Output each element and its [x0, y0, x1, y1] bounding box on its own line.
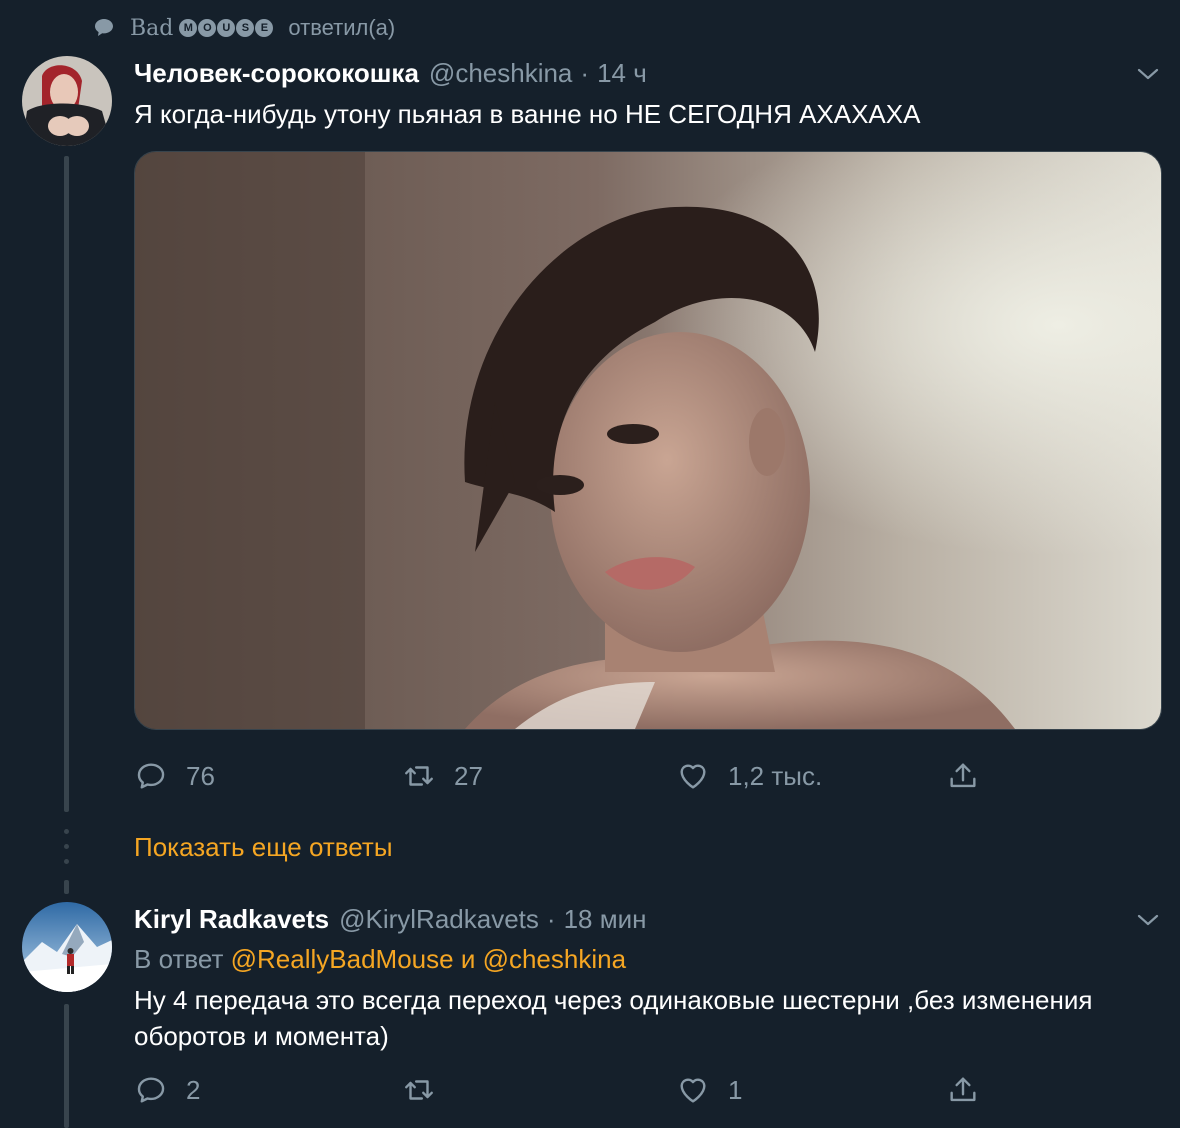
- reply-prefix: В ответ: [134, 944, 224, 974]
- reply-button[interactable]: 2: [134, 1070, 200, 1110]
- like-count: 1: [728, 1074, 743, 1105]
- badge-letter: E: [255, 19, 274, 37]
- reply-icon: [134, 1073, 168, 1107]
- retweet-icon: [402, 1073, 436, 1107]
- like-count: 1,2 тыс.: [728, 760, 823, 791]
- share-icon: [946, 1073, 980, 1107]
- retweeter-link[interactable]: Bad M O U S E: [130, 16, 274, 41]
- reply-count: 2: [186, 1074, 201, 1105]
- badge-letter: U: [217, 19, 236, 37]
- badge-letter: O: [198, 19, 217, 37]
- share-button[interactable]: [946, 756, 980, 796]
- share-button[interactable]: [946, 1070, 980, 1110]
- tweet-header: Kiryl Radkavets @KirylRadkavets · 18 мин: [134, 904, 646, 935]
- tweet-photo[interactable]: [134, 151, 1162, 730]
- timestamp[interactable]: 18 мин: [564, 904, 647, 935]
- reply-context: В ответ @ReallyBadMouse и @cheshkina: [134, 944, 626, 975]
- context-action-text: ответил(а): [288, 15, 396, 40]
- show-more-replies-link[interactable]: Показать еще ответы: [134, 832, 393, 863]
- mention-link[interactable]: @ReallyBadMouse: [231, 944, 454, 974]
- separator: ·: [546, 904, 556, 934]
- retweet-count: 27: [454, 760, 483, 791]
- social-context: Bad M O U S E ответил(а): [92, 14, 395, 42]
- retweet-button[interactable]: [402, 1070, 454, 1110]
- tweet-header: Человек-сорококошка @cheshkina · 14 ч: [134, 58, 647, 89]
- chevron-down-icon[interactable]: [1136, 908, 1160, 932]
- tweet-text: Я когда-нибудь утону пьяная в ванне но Н…: [134, 99, 921, 129]
- mention-link[interactable]: @cheshkina: [483, 944, 626, 974]
- thread-line: [64, 1004, 69, 1128]
- badge-letter: S: [236, 19, 255, 37]
- handle[interactable]: @cheshkina: [429, 58, 572, 89]
- more-replies-dots: [64, 829, 69, 874]
- like-button[interactable]: 1: [676, 1070, 742, 1110]
- heart-icon: [676, 759, 710, 793]
- handle[interactable]: @KirylRadkavets: [339, 904, 539, 935]
- display-name[interactable]: Kiryl Radkavets: [134, 904, 329, 935]
- share-icon: [946, 759, 980, 793]
- timestamp[interactable]: 14 ч: [597, 58, 647, 89]
- reply-and: и: [460, 944, 476, 974]
- like-button[interactable]: 1,2 тыс.: [676, 756, 822, 796]
- display-name[interactable]: Человек-сорококошка: [134, 58, 419, 89]
- thread-line: [64, 156, 69, 812]
- retweet-button[interactable]: 27: [402, 756, 483, 796]
- avatar[interactable]: [22, 902, 112, 992]
- name-badge: M O U S E: [179, 19, 274, 37]
- retweet-icon: [402, 759, 436, 793]
- tweet-text: Ну 4 передача это всегда переход через о…: [134, 985, 1093, 1051]
- heart-icon: [676, 1073, 710, 1107]
- reply-icon: [134, 759, 168, 793]
- retweeter-name: Bad: [130, 15, 174, 41]
- chevron-down-icon[interactable]: [1136, 62, 1160, 86]
- reply-count: 76: [186, 760, 215, 791]
- avatar[interactable]: [22, 56, 112, 146]
- thread-line: [64, 880, 69, 894]
- speech-bubble-icon: [92, 16, 116, 40]
- separator: ·: [580, 58, 590, 88]
- badge-letter: M: [179, 19, 198, 37]
- reply-button[interactable]: 76: [134, 756, 215, 796]
